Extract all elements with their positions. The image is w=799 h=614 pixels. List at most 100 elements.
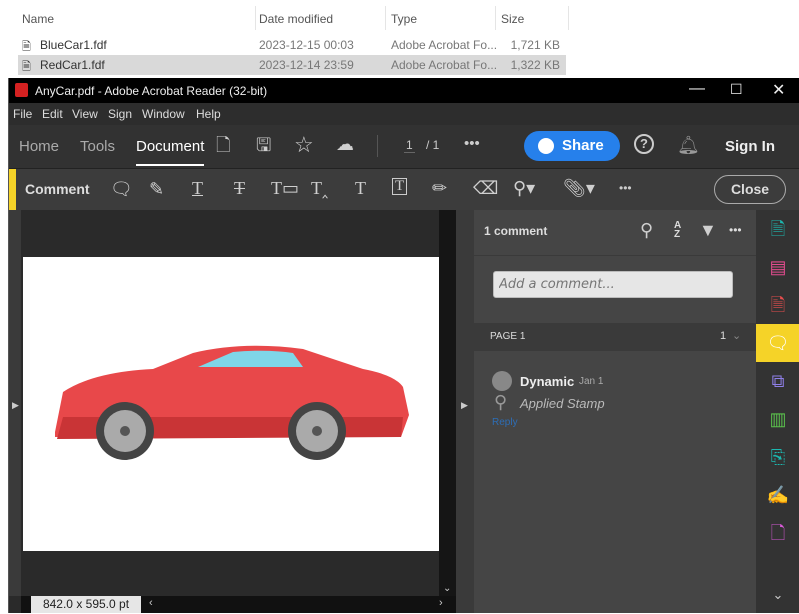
text-box-icon[interactable]: T [392,178,408,195]
file-row[interactable]: 🗎 RedCar1.fdf 2023-12-14 23:59 Adobe Acr… [18,55,566,75]
star-icon[interactable]: ☆ [294,134,314,156]
page-group-header[interactable]: PAGE 1 1 ⌄ [474,323,756,351]
file-icon: 🗎 [22,61,31,73]
more-icon[interactable]: ••• [464,135,480,152]
strikethrough-icon[interactable]: T [234,179,245,197]
search-icon[interactable]: ⚲ [640,221,653,239]
attach-icon[interactable]: 📎︎▾ [563,179,595,197]
pdf-page [23,257,439,551]
organize-pages-icon[interactable]: ▤ [756,248,799,286]
sign-icon[interactable]: ✍ [756,476,799,514]
comment-item[interactable]: Dynamic Jan 1 ⚲ Applied Stamp Reply [492,371,742,441]
bell-icon[interactable]: 🔔︎ [677,136,700,154]
menu-file[interactable]: File [13,107,32,121]
rail-expand-icon[interactable]: ⌄ [756,576,799,613]
stamp-icon: ⚲ [494,392,508,412]
share-button[interactable]: Share [524,131,620,161]
file-type: Adobe Acrobat Fo... [391,58,498,72]
menu-help[interactable]: Help [196,107,221,121]
export-pdf-icon[interactable]: 🗎 [756,210,799,248]
file-name: RedCar1.fdf [40,58,105,72]
more-tools-icon[interactable]: ••• [619,181,632,195]
fill-sign-icon[interactable]: ⎘ [756,438,799,476]
col-date[interactable]: Date modified [259,12,333,26]
reply-link[interactable]: Reply [492,417,518,428]
share-label: Share [562,137,604,154]
left-pane-toggle[interactable]: ▶ [9,210,21,596]
page-size-readout: 842.0 x 595.0 pt [31,596,141,613]
file-name: BlueCar1.fdf [40,38,107,52]
close-comment-button[interactable]: Close [714,175,786,204]
eraser-icon[interactable]: ⌫ [473,179,498,197]
document-view[interactable] [21,210,439,596]
file-size: 1,322 KB [510,58,560,72]
panel-more-icon[interactable]: ••• [729,223,742,237]
menu-window[interactable]: Window [142,107,185,121]
title-bar: AnyCar.pdf - Adobe Acrobat Reader (32-bi… [9,78,799,103]
stamp-icon[interactable]: ⚲▾ [513,179,535,197]
right-pane-toggle[interactable]: ▶ [456,210,474,613]
acrobat-logo-icon [15,83,28,97]
add-comment-input[interactable] [493,271,733,298]
file-row[interactable]: 🗎 BlueCar1.fdf 2023-12-15 00:03 Adobe Ac… [18,35,566,55]
insert-text-icon[interactable]: T‸ [311,179,328,197]
col-name[interactable]: Name [22,12,54,26]
comment-date: Jan 1 [579,376,604,387]
cloud-upload-icon[interactable]: ☁ [336,135,354,153]
underline-text-icon[interactable]: T [192,179,203,197]
combine-files-icon[interactable]: ⧉ [756,362,799,400]
menu-sign[interactable]: Sign [108,107,132,121]
protect-icon[interactable]: 🗋 [756,514,799,552]
replace-text-icon[interactable]: T▭ [271,179,299,197]
tools-rail: 🗎 ▤ 🗎 🗨 ⧉ ▥ ⎘ ✍ 🗋 ⌄ [756,210,799,613]
menu-bar: File Edit View Sign Window Help [9,103,799,125]
main-toolbar: Home Tools Document 🗋 🖫 ☆ ☁ 1 / 1 ••• Sh… [9,125,799,168]
menu-edit[interactable]: Edit [42,107,63,121]
save-icon[interactable]: 🖫 [256,136,271,154]
col-size[interactable]: Size [501,12,524,26]
status-bar: 842.0 x 595.0 pt ‹ › [21,596,456,613]
tab-home[interactable]: Home [19,138,59,155]
page-number-input[interactable]: 1 [404,138,415,153]
file-date: 2023-12-15 00:03 [259,38,354,52]
sort-icon[interactable]: AZ [674,221,681,240]
vertical-scrollbar[interactable]: ⌄ [439,210,456,596]
comments-panel: 1 comment ⚲ AZ ▼ ••• PAGE 1 1 ⌄ Dynamic … [474,210,756,613]
tab-document[interactable]: Document [136,138,205,166]
comment-text: Applied Stamp [520,396,605,411]
comment-toolbar: Comment 🗨 ✎ T T T▭ T‸ T T ✏ ⌫ ⚲▾ 📎︎▾ •••… [9,168,799,211]
close-window-button[interactable]: ✕ [772,80,785,100]
explorer-header: Name Date modified Type Size [0,0,799,34]
protect-file-icon[interactable]: 🗋 [216,136,230,154]
col-type[interactable]: Type [391,12,417,26]
comment-count: 1 comment [484,224,548,238]
filter-icon[interactable]: ▼ [699,221,717,239]
minimize-button[interactable]: — [689,80,705,98]
acrobat-window: AnyCar.pdf - Adobe Acrobat Reader (32-bi… [8,78,799,613]
share-user-icon [538,138,554,154]
sign-in-button[interactable]: Sign In [725,138,775,155]
help-icon[interactable]: ? [634,134,654,154]
page-total: / 1 [426,138,440,152]
edit-pdf-icon[interactable]: ▥ [756,400,799,438]
avatar [492,371,512,391]
page-group-count: 1 [720,330,727,342]
scroll-left-button[interactable]: ‹ [149,597,153,609]
scroll-right-button[interactable]: › [439,597,443,609]
create-pdf-icon[interactable]: 🗎 [756,286,799,324]
tab-tools[interactable]: Tools [80,138,115,155]
sticky-note-icon[interactable]: 🗨 [110,180,133,198]
maximize-button[interactable]: ☐ [730,81,743,98]
chevron-down-icon[interactable]: ⌄ [732,329,741,342]
file-type: Adobe Acrobat Fo... [391,38,498,52]
file-size: 1,721 KB [510,38,560,52]
pencil-icon[interactable]: ✏ [432,179,447,197]
file-date: 2023-12-14 23:59 [259,58,354,72]
page-group-label: PAGE 1 [490,331,526,342]
highlight-icon[interactable]: ✎ [149,180,164,198]
red-car-image [55,345,409,460]
comment-author: Dynamic [520,374,575,389]
add-text-icon[interactable]: T [355,179,366,197]
comment-tool-icon[interactable]: 🗨 [756,324,799,362]
menu-view[interactable]: View [72,107,98,121]
